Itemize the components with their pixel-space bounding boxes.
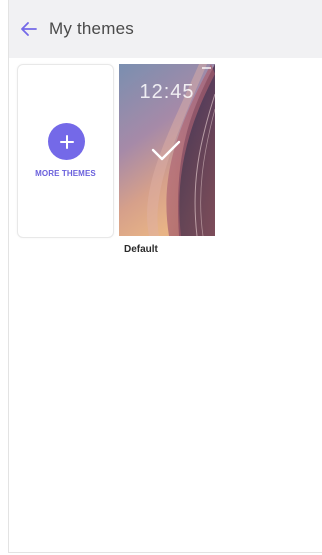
app-bar: My themes: [9, 0, 322, 58]
arrow-left-icon: [21, 22, 37, 36]
more-themes-label: MORE THEMES: [35, 169, 96, 178]
preview-clock: 12:45: [139, 81, 195, 103]
more-themes-button[interactable]: MORE THEMES: [17, 64, 114, 238]
back-button[interactable]: [9, 0, 49, 58]
page-title: My themes: [49, 19, 134, 38]
theme-name-default: Default: [124, 244, 158, 255]
themes-screen: My themes MORE THEMES 12:45 Default: [8, 0, 322, 553]
theme-thumbnail-default[interactable]: 12:45: [119, 64, 215, 236]
plus-icon: [48, 123, 85, 160]
